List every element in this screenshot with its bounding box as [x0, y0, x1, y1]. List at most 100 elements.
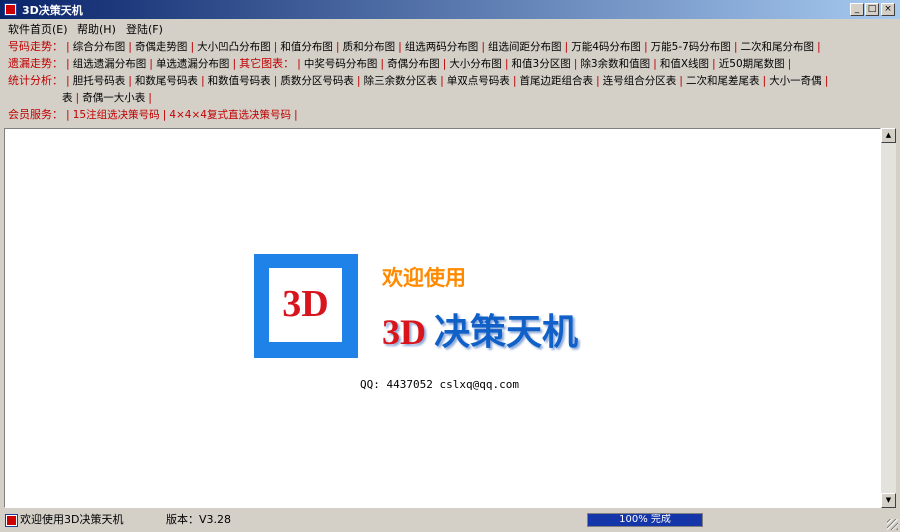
nav-link[interactable]: 胆托号码表 [73, 75, 126, 87]
nav-link[interactable]: 组选两码分布图 [405, 41, 479, 53]
nav-link[interactable]: 大小分布图 [449, 58, 502, 70]
separator: | [679, 74, 683, 87]
menu-home[interactable]: 软件首页(E) [8, 21, 68, 37]
scroll-up-icon[interactable]: ▲ [881, 128, 896, 143]
separator: | [200, 74, 205, 87]
nav-link[interactable]: 奇偶走势图 [135, 41, 188, 53]
separator: | [273, 40, 278, 53]
nav-link[interactable]: 4×4×4复式直选决策号码 [169, 109, 291, 121]
separator: | [712, 57, 716, 70]
nav-link[interactable]: 除三余数分区表 [364, 75, 438, 87]
separator: | [66, 57, 70, 70]
separator: | [297, 57, 301, 70]
close-icon[interactable]: × [881, 3, 895, 16]
brand-3d: 3D [382, 312, 426, 352]
status-bar: 欢迎使用3D决策天机 版本：V3.28 100% 完成 [0, 510, 900, 532]
separator: | [442, 57, 447, 70]
logo: 3D [254, 254, 358, 358]
separator: | [398, 40, 402, 53]
nav-link[interactable]: 奇偶一大小表 [82, 92, 145, 104]
nav-link[interactable]: 单双点号码表 [447, 75, 510, 87]
nav-link[interactable]: 质数分区号码表 [280, 75, 354, 87]
separator: | [440, 74, 444, 87]
nav-link[interactable]: 组选遗漏分布图 [73, 58, 147, 70]
separator: | [232, 57, 237, 70]
separator: | [733, 40, 738, 53]
nav-link[interactable]: 万能4码分布图 [571, 41, 641, 53]
nav-category-label: 统计分析： [8, 74, 63, 87]
nav-link[interactable]: 大小一奇偶 [769, 75, 822, 87]
vertical-scrollbar[interactable]: ▲ ▼ [881, 128, 896, 508]
nav-link[interactable]: 表 [62, 92, 73, 104]
nav-link[interactable]: 万能5-7码分布图 [651, 41, 731, 53]
minimize-icon[interactable]: _ [850, 3, 864, 16]
nav-link[interactable]: 首尾边距组合表 [520, 75, 594, 87]
main-content: 3D 欢迎使用 3D 决策天机 QQ: 4437052 cslxq@qq.com [4, 128, 881, 508]
separator: | [762, 74, 767, 87]
separator: | [162, 108, 167, 121]
nav-row-stats: 统计分析： | 胆托号码表 | 和数尾号码表 | 和数值号码表 | 质数分区号码表 | 除三余数分区… [8, 73, 831, 89]
separator: | [573, 57, 578, 70]
separator: | [190, 40, 195, 53]
nav-row-member: 会员服务： | 15注组选决策号码 | 4×4×4复式直选决策号码 | [8, 107, 301, 123]
status-message: 欢迎使用3D决策天机 [20, 513, 124, 526]
nav-link[interactable]: 二次和尾差尾表 [686, 75, 760, 87]
maximize-icon[interactable]: □ [865, 3, 879, 16]
nav-link[interactable]: 除3余数和值图 [580, 58, 650, 70]
nav-link[interactable]: 二次和尾分布图 [741, 41, 815, 53]
nav-row-trend: 号码走势： | 综合分布图 | 奇偶走势图 | 大小凹凸分布图 | 和值分布图 | 质和分布图 | 组选… [8, 39, 824, 55]
scroll-down-icon[interactable]: ▼ [881, 493, 896, 508]
nav-category-label: 会员服务： [8, 108, 63, 121]
separator: | [66, 74, 70, 87]
nav-link[interactable]: 和值X线图 [660, 58, 709, 70]
welcome-text: 欢迎使用 [382, 266, 466, 290]
nav-link[interactable]: 质和分布图 [343, 41, 396, 53]
nav-link[interactable]: 连号组合分区表 [603, 75, 677, 87]
nav-row-missing: 遗漏走势： | 组选遗漏分布图 | 单选遗漏分布图 | 其它图表： | 中奖号码分布图 | 奇偶分布… [8, 56, 794, 72]
separator: | [824, 74, 829, 87]
nav-link[interactable]: 和数值号码表 [208, 75, 271, 87]
separator: | [273, 74, 278, 87]
status-app-icon [5, 514, 18, 527]
nav-link[interactable]: 近50期尾数图 [719, 58, 785, 70]
menu-bar: 软件首页(E) 帮助(H) 登陆(F) [0, 19, 900, 37]
separator: | [66, 108, 70, 121]
app-icon[interactable] [4, 3, 17, 16]
separator: | [148, 91, 152, 104]
nav-link[interactable]: 奇偶分布图 [387, 58, 440, 70]
separator: | [380, 57, 385, 70]
nav-row-stats-wrap: 表 | 奇偶一大小表 | [62, 90, 155, 106]
nav-link[interactable]: 中奖号码分布图 [304, 58, 378, 70]
logo-text: 3D [282, 283, 329, 325]
progress-text: 100% 完成 [619, 514, 671, 525]
separator: | [817, 40, 821, 53]
resize-grip[interactable] [887, 519, 898, 530]
separator: | [335, 40, 340, 53]
menu-login[interactable]: 登陆(F) [126, 21, 163, 37]
separator: | [564, 40, 569, 53]
nav-link[interactable]: 15注组选决策号码 [73, 109, 160, 121]
nav-link[interactable]: 组选间距分布图 [488, 41, 562, 53]
separator: | [66, 40, 70, 53]
brand-name: 决策天机 [434, 312, 579, 353]
nav-link[interactable]: 和值分布图 [280, 41, 333, 53]
separator: | [149, 57, 153, 70]
nav-link[interactable]: 综合分布图 [73, 41, 126, 53]
nav-category-label: 号码走势： [8, 40, 63, 53]
separator: | [653, 57, 657, 70]
title-bar: 3D决策天机 _ □ × [0, 0, 900, 19]
separator: | [596, 74, 600, 87]
separator: | [481, 40, 486, 53]
separator: | [356, 74, 361, 87]
separator: | [128, 40, 132, 53]
separator: | [504, 57, 509, 70]
window-title: 3D决策天机 [22, 4, 83, 17]
nav-link[interactable]: 单选遗漏分布图 [156, 58, 230, 70]
brand-title: 3D 决策天机 [382, 303, 578, 355]
nav-link[interactable]: 和值3分区图 [512, 58, 571, 70]
separator: | [787, 57, 792, 70]
nav-link[interactable]: 和数尾号码表 [135, 75, 198, 87]
separator: | [75, 91, 80, 104]
nav-link[interactable]: 大小凹凸分布图 [197, 41, 271, 53]
menu-help[interactable]: 帮助(H) [77, 21, 116, 37]
